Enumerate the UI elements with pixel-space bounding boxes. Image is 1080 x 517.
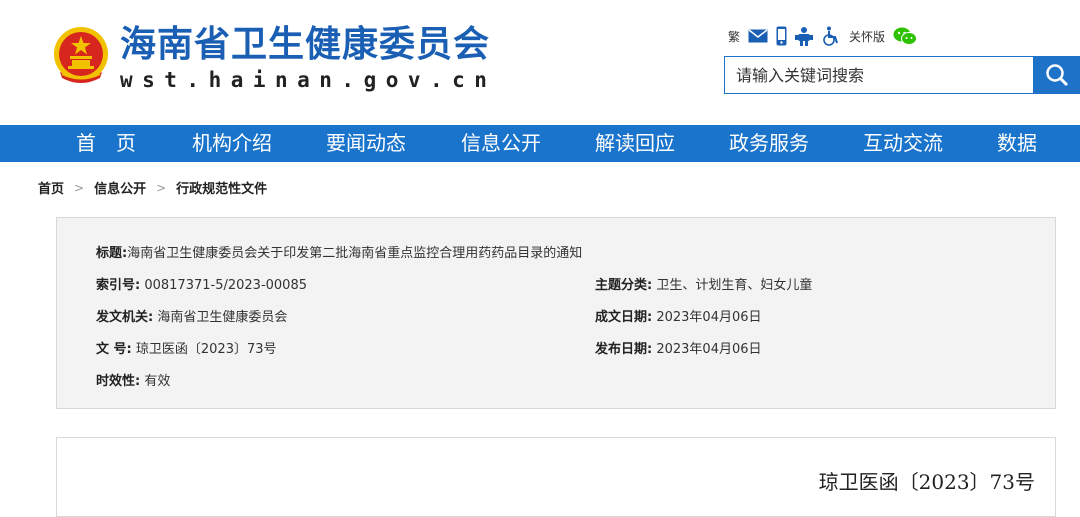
- site-title[interactable]: 海南省卫生健康委员会: [120, 24, 490, 66]
- site-header: 海南省卫生健康委员会 wst.hainan.gov.cn 繁 关怀版: [0, 0, 1080, 125]
- document-content: 琼卫医函〔2023〕73号: [56, 437, 1056, 517]
- nav-home[interactable]: 首 页: [76, 125, 136, 162]
- nav-organization[interactable]: 机构介绍: [192, 125, 272, 162]
- header-toolbar: 繁 关怀版: [728, 25, 918, 47]
- document-number: 琼卫医函〔2023〕73号: [818, 470, 1035, 494]
- breadcrumb-info-disclosure[interactable]: 信息公开: [94, 178, 146, 197]
- nav-data[interactable]: 数据: [997, 125, 1037, 162]
- meta-title: 标题:海南省卫生健康委员会关于印发第二批海南省重点监控合理用药药品目录的通知: [96, 246, 583, 261]
- main-nav: 首 页 机构介绍 要闻动态 信息公开 解读回应 政务服务 互动交流 数据: [0, 125, 1080, 162]
- mobile-icon[interactable]: [776, 25, 787, 47]
- nav-news[interactable]: 要闻动态: [326, 125, 406, 162]
- breadcrumb-home[interactable]: 首页: [38, 178, 64, 197]
- search-input[interactable]: [736, 65, 1033, 85]
- wheelchair-icon[interactable]: [821, 25, 839, 47]
- meta-written-date: 成文日期: 2023年04月06日: [595, 310, 762, 325]
- search-icon: [1046, 64, 1069, 87]
- site-domain: wst.hainan.gov.cn: [120, 68, 497, 92]
- meta-doc-number: 文 号: 琼卫医函〔2023〕73号: [96, 342, 277, 357]
- meta-index: 索引号: 00817371-5/2023-00085: [96, 278, 307, 293]
- breadcrumb: 首页 > 信息公开 > 行政规范性文件: [38, 178, 267, 198]
- meta-topic: 主题分类: 卫生、计划生育、妇女儿童: [595, 278, 813, 293]
- breadcrumb-separator: >: [74, 180, 85, 195]
- accessibility-robot-icon[interactable]: [795, 25, 814, 47]
- nav-interpretation[interactable]: 解读回应: [595, 125, 675, 162]
- national-emblem-icon[interactable]: [52, 26, 110, 88]
- search-button[interactable]: [1034, 56, 1080, 94]
- document-meta-panel: 标题:海南省卫生健康委员会关于印发第二批海南省重点监控合理用药药品目录的通知 索…: [56, 217, 1056, 409]
- nav-interaction[interactable]: 互动交流: [863, 125, 943, 162]
- meta-published-date: 发布日期: 2023年04月06日: [595, 342, 762, 357]
- traditional-chinese-toggle[interactable]: 繁: [728, 25, 740, 47]
- nav-info-disclosure[interactable]: 信息公开: [461, 125, 541, 162]
- search-box: [724, 56, 1034, 94]
- breadcrumb-regulatory-docs[interactable]: 行政规范性文件: [176, 178, 267, 197]
- meta-issuer: 发文机关: 海南省卫生健康委员会: [96, 310, 288, 325]
- mail-icon[interactable]: [748, 25, 768, 47]
- breadcrumb-separator: >: [156, 180, 167, 195]
- care-mode-link[interactable]: 关怀版: [849, 28, 885, 45]
- wechat-icon[interactable]: [893, 25, 918, 47]
- meta-validity: 时效性: 有效: [96, 374, 171, 389]
- nav-gov-services[interactable]: 政务服务: [729, 125, 809, 162]
